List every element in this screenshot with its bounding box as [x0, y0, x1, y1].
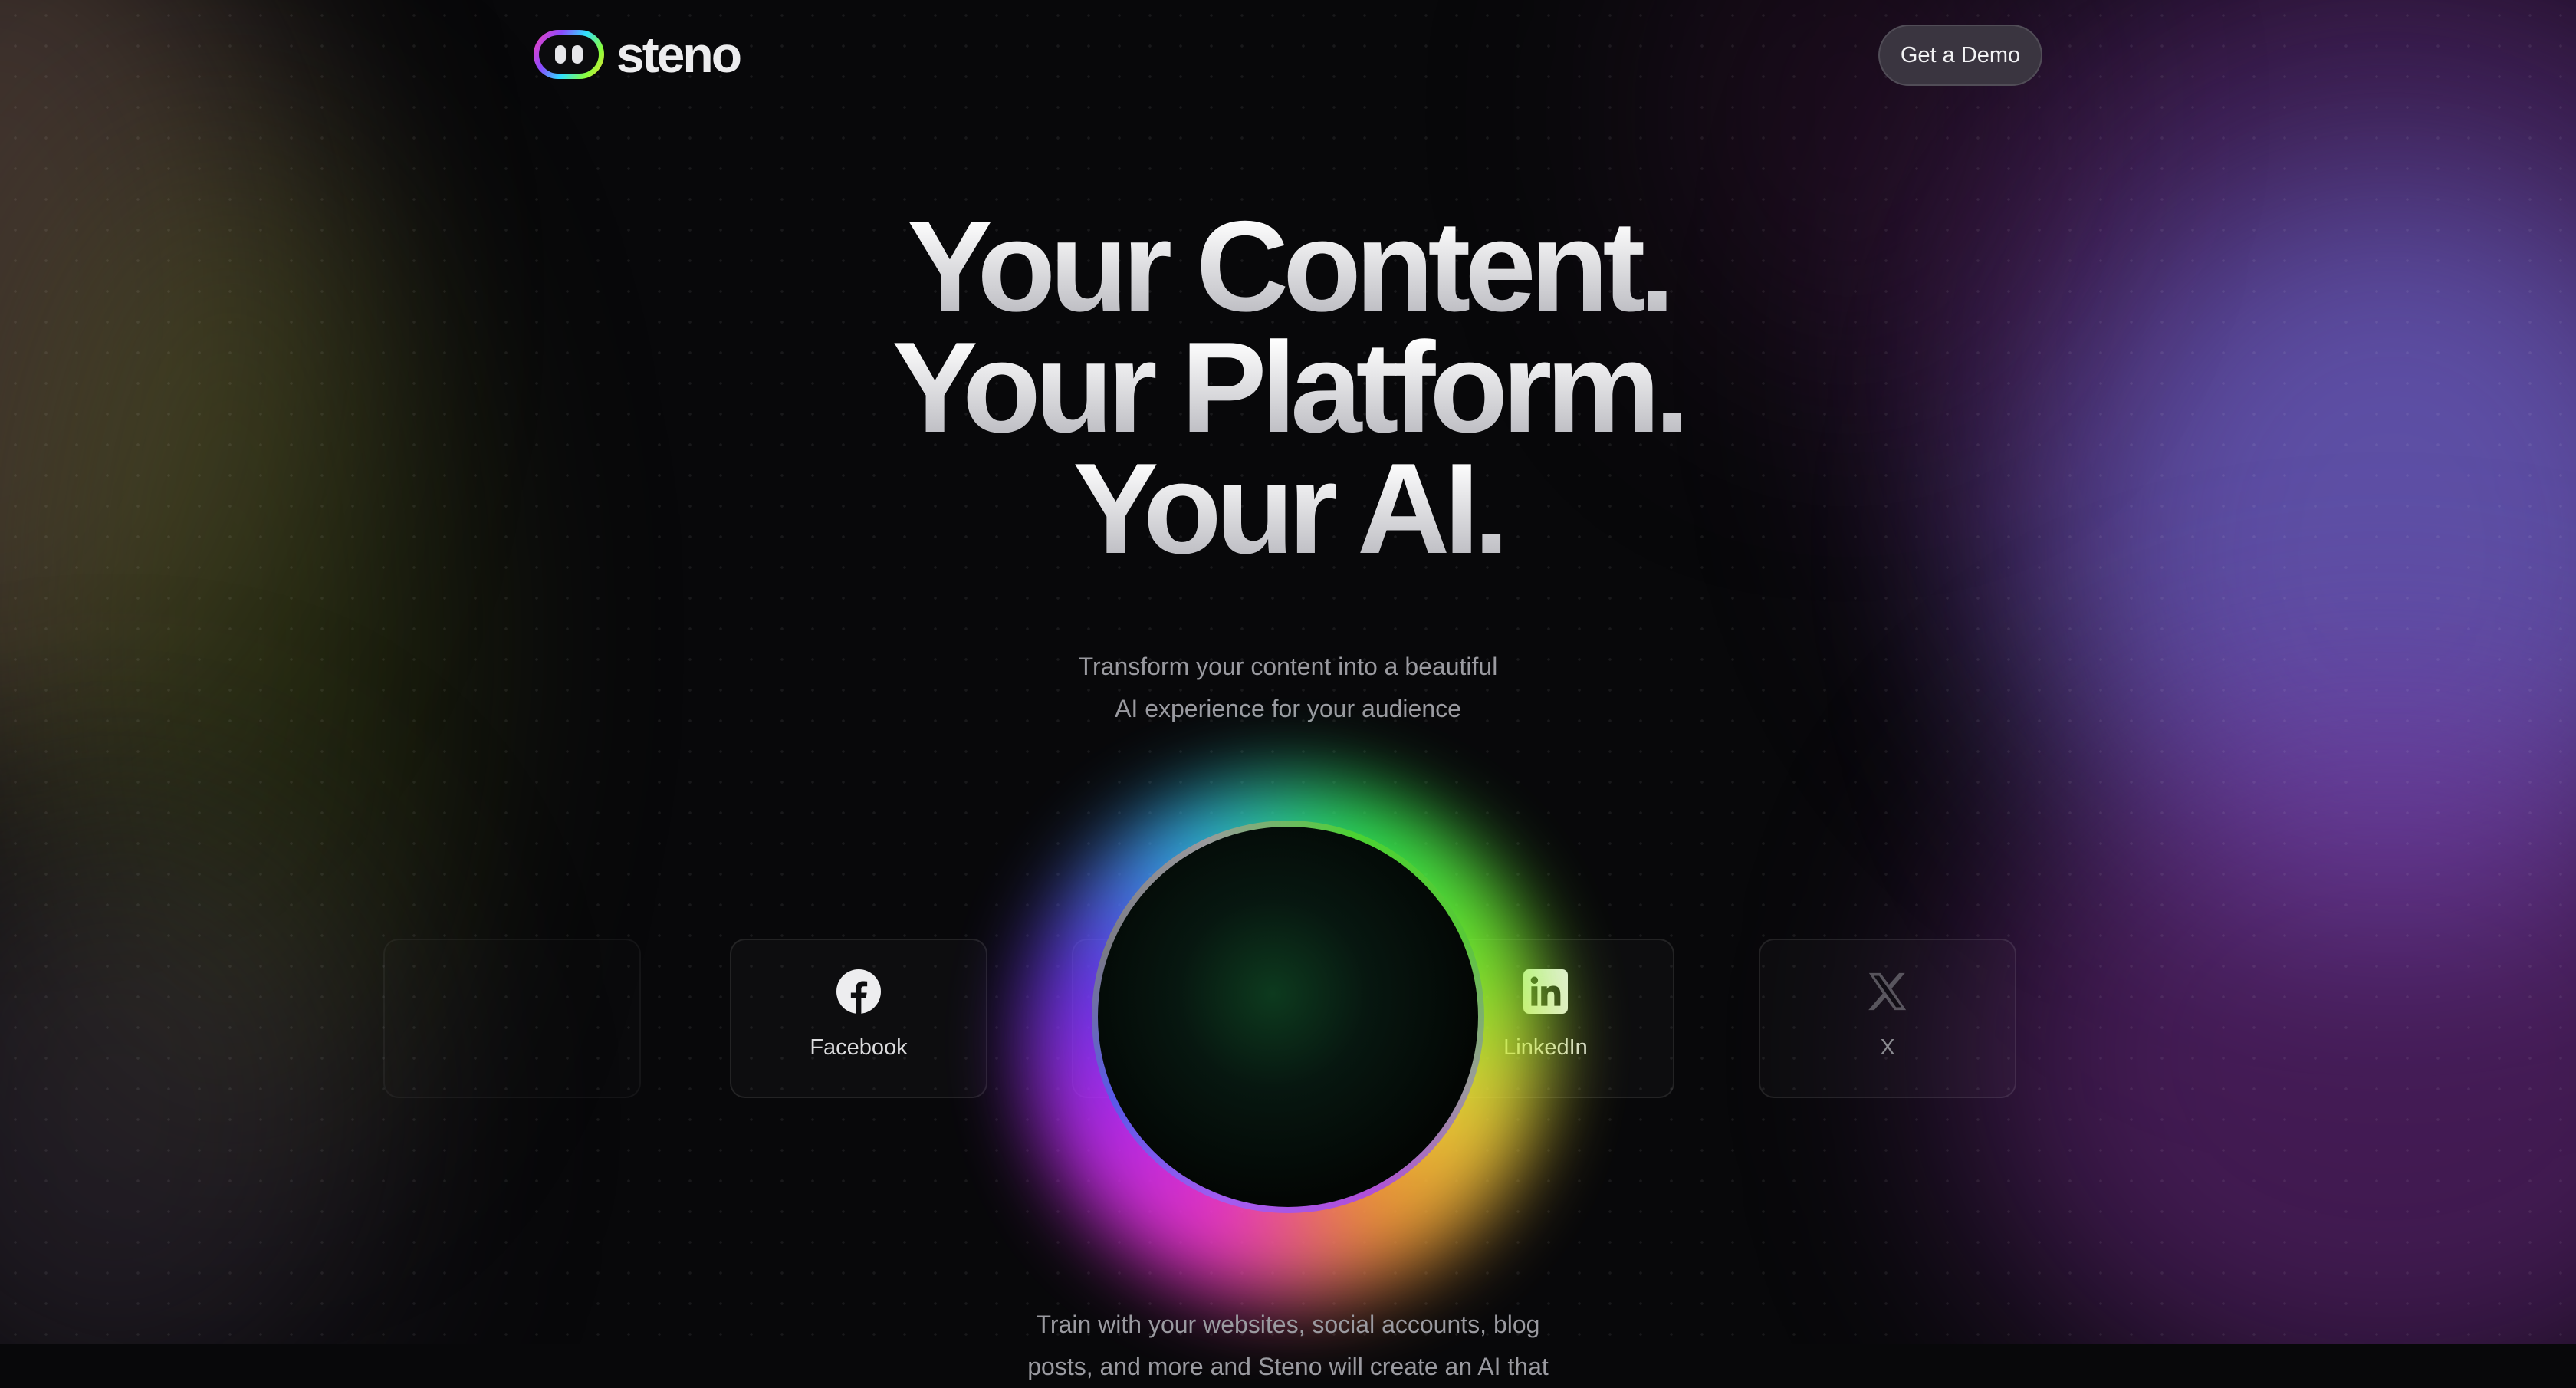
hero-subtitle: Transform your content into a beautiful …: [0, 646, 2576, 730]
source-card-facebook[interactable]: Facebook: [730, 939, 987, 1098]
training-description-line-2: posts, and more and Steno will create an…: [1027, 1353, 1549, 1380]
training-description: Train with your websites, social account…: [0, 1304, 2576, 1388]
source-label: X: [1880, 1035, 1895, 1060]
site-header: steno Get a Demo: [534, 21, 2042, 89]
source-card-x[interactable]: X: [1759, 939, 2016, 1098]
hero-subtitle-line-1: Transform your content into a beautiful: [1078, 653, 1498, 680]
source-card-partial-left: [383, 939, 641, 1098]
hero-title: Your Content. Your Platform. Your AI.: [0, 202, 2576, 573]
training-description-line-1: Train with your websites, social account…: [1036, 1311, 1540, 1338]
logo-left-eye: [555, 45, 566, 64]
logo-wordmark: steno: [616, 26, 742, 83]
hero-title-line-3: Your AI.: [0, 444, 2576, 573]
get-a-demo-button[interactable]: Get a Demo: [1878, 25, 2042, 86]
x-icon: [1868, 972, 1907, 1011]
steno-logo-icon: [534, 30, 604, 79]
source-label: Facebook: [810, 1035, 908, 1060]
hero-subtitle-line-2: AI experience for your audience: [1115, 695, 1461, 722]
hero-title-line-1: Your Content.: [0, 202, 2576, 331]
logo-link[interactable]: steno: [534, 26, 742, 83]
facebook-icon: [836, 969, 881, 1014]
logo-right-eye: [572, 45, 583, 64]
hero-title-line-2: Your Platform.: [0, 323, 2576, 452]
ai-orb: [1092, 821, 1484, 1213]
